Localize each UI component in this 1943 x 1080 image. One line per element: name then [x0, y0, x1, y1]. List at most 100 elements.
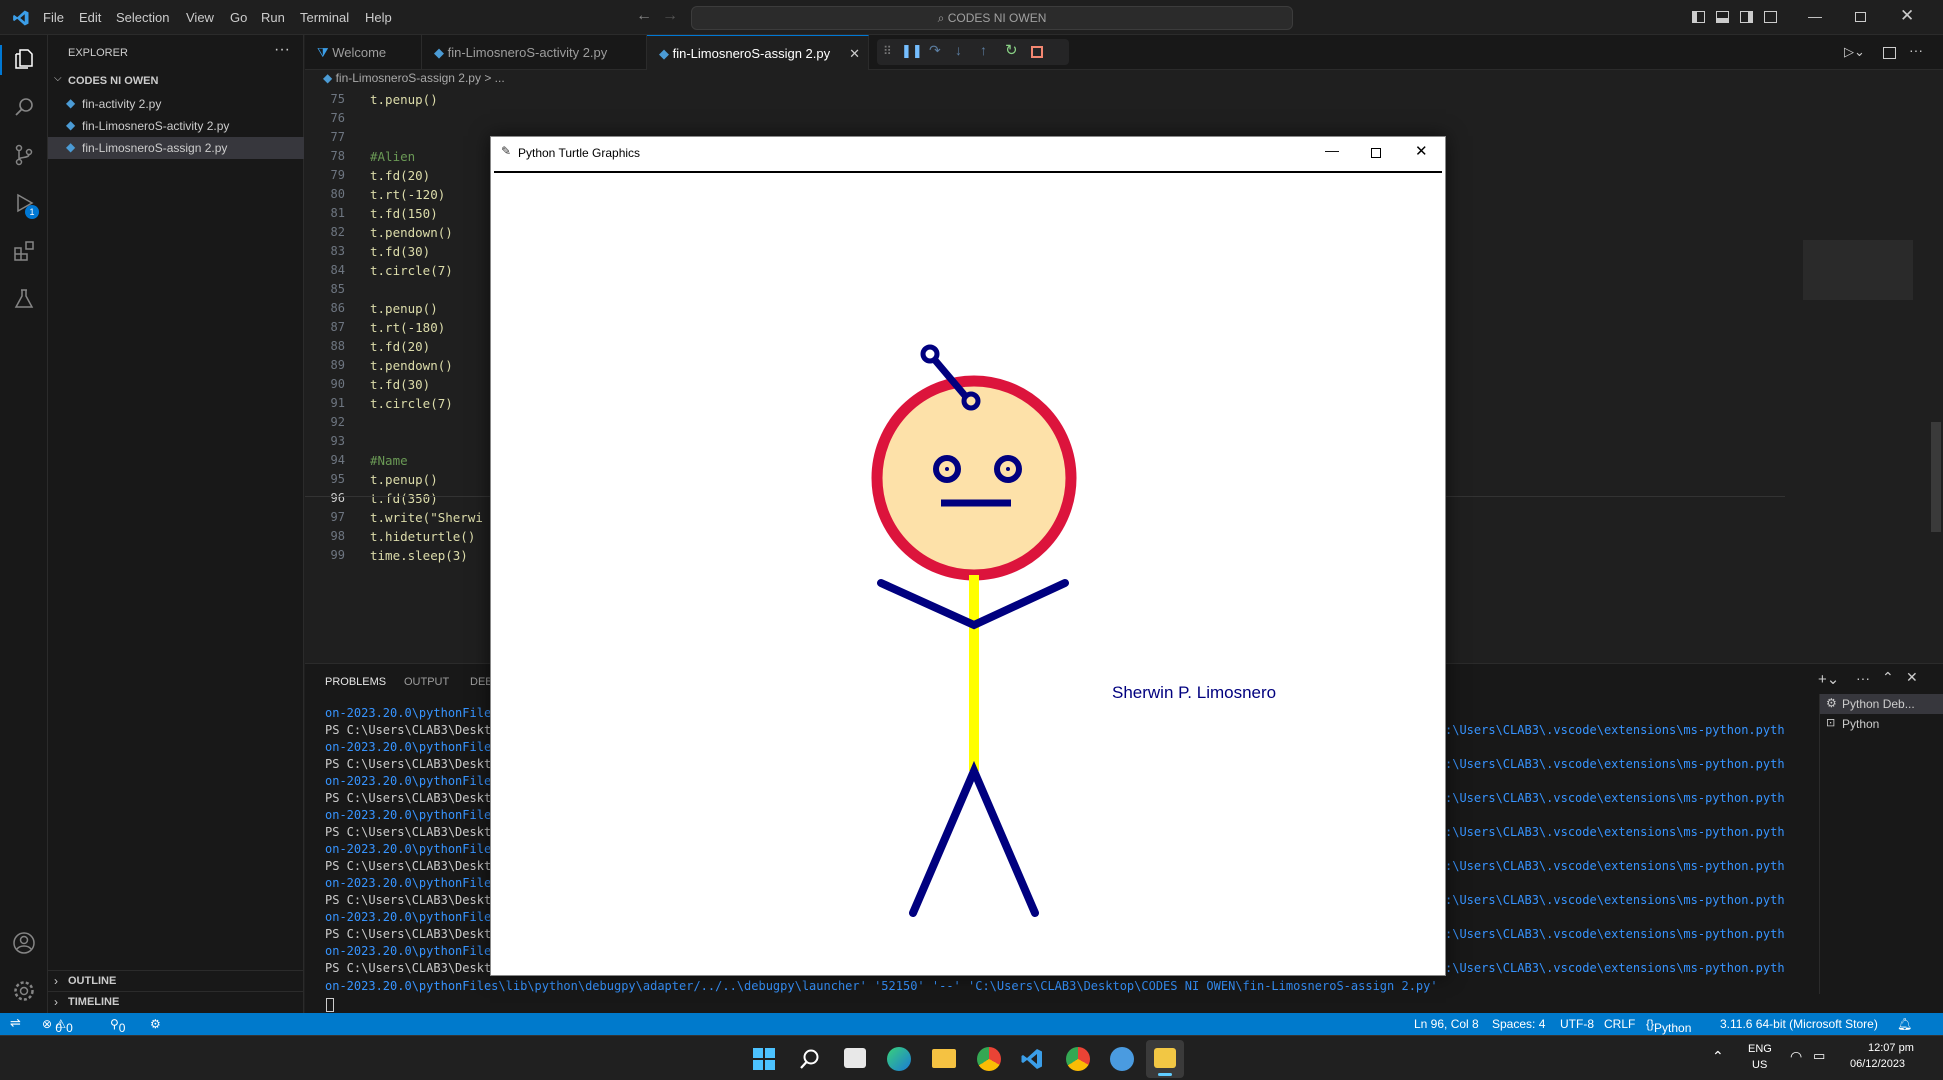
wifi-icon[interactable]: ◠	[1790, 1048, 1802, 1065]
terminal-list-item-active[interactable]: ⚙ Python Deb...	[1820, 694, 1943, 714]
clock-time[interactable]: 12:07 pm	[1868, 1042, 1914, 1054]
ports-counter[interactable]: ⚲ 0	[110, 1017, 125, 1035]
toggle-sidebar-icon[interactable]	[1692, 11, 1705, 23]
turtle-close-icon[interactable]: ✕	[1415, 142, 1428, 160]
tab-welcome[interactable]: ⧩ Welcome	[305, 35, 422, 70]
outline-section[interactable]: › OUTLINE	[48, 970, 304, 990]
extensions-icon[interactable]	[12, 239, 36, 263]
tab-assign-file[interactable]: ◆ fin-LimosneroS-assign 2.py ✕	[647, 35, 869, 70]
feather-icon: ✎	[501, 144, 512, 158]
tray-chevron-up-icon[interactable]: ⌃	[1712, 1048, 1724, 1065]
stop-icon[interactable]	[1031, 46, 1043, 58]
turtle-window-titlebar[interactable]: ✎ Python Turtle Graphics — ✕	[491, 137, 1445, 169]
step-over-icon[interactable]: ↷	[929, 42, 941, 59]
folder-header[interactable]: ⌵ CODES NI OWEN	[48, 71, 304, 91]
vscode-logo-icon: ⧩	[317, 45, 333, 60]
step-into-icon[interactable]: ↓	[955, 42, 962, 58]
python-interpreter[interactable]: 3.11.6 64-bit (Microsoft Store)	[1720, 1017, 1878, 1031]
more-actions-icon[interactable]: ···	[1856, 670, 1870, 686]
settings-gear-icon[interactable]	[12, 979, 36, 1003]
menu-file[interactable]: File	[43, 10, 64, 25]
maximize-panel-icon[interactable]: ⌃	[1882, 669, 1894, 686]
search-icon[interactable]	[12, 95, 36, 119]
menu-help[interactable]: Help	[365, 10, 392, 25]
code-line: t.fd(150)	[370, 206, 438, 221]
clock-date[interactable]: 06/12/2023	[1850, 1058, 1905, 1070]
command-center-search[interactable]: ⌕ CODES NI OWEN	[691, 6, 1293, 30]
minimap[interactable]	[1795, 92, 1915, 312]
python-idle-icon[interactable]	[1110, 1047, 1134, 1071]
split-editor-icon[interactable]	[1883, 47, 1896, 59]
account-icon[interactable]	[12, 931, 36, 955]
remote-icon[interactable]: ⇌	[10, 1015, 21, 1031]
line-number: 90	[330, 377, 345, 391]
more-actions-icon[interactable]: ···	[274, 41, 290, 59]
restore-icon[interactable]	[1855, 12, 1866, 22]
new-terminal-icon[interactable]: +⌄	[1818, 670, 1839, 688]
terminal-list-item[interactable]: ⊡ Python	[1820, 714, 1943, 734]
testing-flask-icon[interactable]	[12, 287, 36, 311]
turtle-maximize-icon[interactable]	[1371, 148, 1381, 158]
notifications-bell-icon[interactable]: 🔔︎	[1897, 1017, 1912, 1031]
vscode-taskbar-icon[interactable]	[1020, 1047, 1044, 1071]
turtle-minimize-icon[interactable]: —	[1325, 142, 1339, 158]
menu-selection[interactable]: Selection	[116, 10, 169, 25]
close-icon[interactable]: ✕	[1900, 6, 1914, 26]
language-indicator-bottom[interactable]: US	[1752, 1059, 1767, 1071]
file-item[interactable]: ◆ fin-LimosneroS-activity 2.py	[48, 115, 304, 137]
line-ending[interactable]: CRLF	[1604, 1017, 1635, 1031]
file-item[interactable]: ◆ fin-activity 2.py	[48, 93, 304, 115]
turtle-graphics-window[interactable]: ✎ Python Turtle Graphics — ✕ Sherwin P. …	[490, 136, 1446, 976]
turtle-name-text: Sherwin P. Limosnero	[1112, 683, 1276, 702]
chrome-icon[interactable]	[977, 1047, 1001, 1071]
file-explorer-icon[interactable]	[932, 1049, 956, 1068]
edge-browser-icon[interactable]	[887, 1047, 911, 1071]
minimap-slider[interactable]	[1803, 240, 1913, 300]
turtle-canvas[interactable]: Sherwin P. Limosnero	[494, 171, 1442, 971]
language-mode[interactable]: {} Python	[1646, 1017, 1691, 1035]
indentation[interactable]: Spaces: 4	[1492, 1017, 1545, 1031]
pause-icon[interactable]: ❚❚	[901, 43, 923, 59]
taskbar-search-icon[interactable]	[798, 1047, 822, 1071]
chrome-icon[interactable]	[1066, 1047, 1090, 1071]
run-file-icon[interactable]: ▷⌄	[1844, 44, 1865, 60]
menu-go[interactable]: Go	[230, 10, 247, 25]
menu-view[interactable]: View	[186, 10, 214, 25]
microsoft-store-icon[interactable]	[844, 1048, 866, 1068]
close-tab-icon[interactable]: ✕	[849, 36, 860, 71]
toggle-panel-icon[interactable]	[1716, 11, 1729, 23]
menu-run[interactable]: Run	[261, 10, 285, 25]
turtle-app-taskbar-button[interactable]	[1146, 1040, 1184, 1078]
encoding[interactable]: UTF-8	[1560, 1017, 1594, 1031]
close-panel-icon[interactable]: ✕	[1906, 669, 1918, 686]
source-control-icon[interactable]	[12, 143, 36, 167]
explorer-files-icon[interactable]	[12, 47, 36, 71]
tab-activity-file[interactable]: ◆ fin-LimosneroS-activity 2.py	[422, 35, 647, 70]
scrollbar-thumb[interactable]	[1931, 422, 1941, 532]
restart-icon[interactable]: ↻	[1005, 41, 1018, 59]
vscode-logo-icon	[13, 10, 29, 26]
battery-icon[interactable]: ▭	[1813, 1048, 1825, 1064]
menu-terminal[interactable]: Terminal	[300, 10, 349, 25]
panel-tab-output[interactable]: OUTPUT	[404, 676, 449, 688]
breadcrumb-path[interactable]: fin-LimosneroS-assign 2.py > ...	[336, 71, 505, 85]
forward-arrow-icon[interactable]: →	[662, 7, 678, 25]
step-out-icon[interactable]: ↑	[980, 42, 987, 58]
problems-counter[interactable]: ⊗ 0 ⚠ 0	[42, 1017, 73, 1035]
cursor-position[interactable]: Ln 96, Col 8	[1414, 1017, 1479, 1031]
timeline-section[interactable]: › TIMELINE	[48, 991, 304, 1011]
language-indicator-top[interactable]: ENG	[1748, 1043, 1772, 1055]
more-actions-icon[interactable]: ···	[1909, 42, 1923, 58]
debug-status-icon[interactable]: ⚙	[150, 1017, 161, 1031]
terminal-line: PS C:\Users\CLAB3\Deskt	[325, 961, 492, 975]
menu-edit[interactable]: Edit	[79, 10, 101, 25]
toggle-secondary-sidebar-icon[interactable]	[1740, 11, 1753, 23]
back-arrow-icon[interactable]: ←	[636, 7, 652, 25]
customize-layout-icon[interactable]	[1764, 11, 1777, 23]
file-item-selected[interactable]: ◆ fin-LimosneroS-assign 2.py	[48, 137, 304, 159]
drag-handle-icon[interactable]: ⠿	[883, 44, 892, 58]
terminal-line-tail: :\Users\CLAB3\.vscode\extensions\ms-pyth…	[1445, 961, 1785, 975]
panel-tab-problems[interactable]: PROBLEMS	[325, 676, 386, 688]
windows-start-icon[interactable]	[752, 1047, 776, 1071]
minimize-icon[interactable]: —	[1808, 8, 1822, 24]
